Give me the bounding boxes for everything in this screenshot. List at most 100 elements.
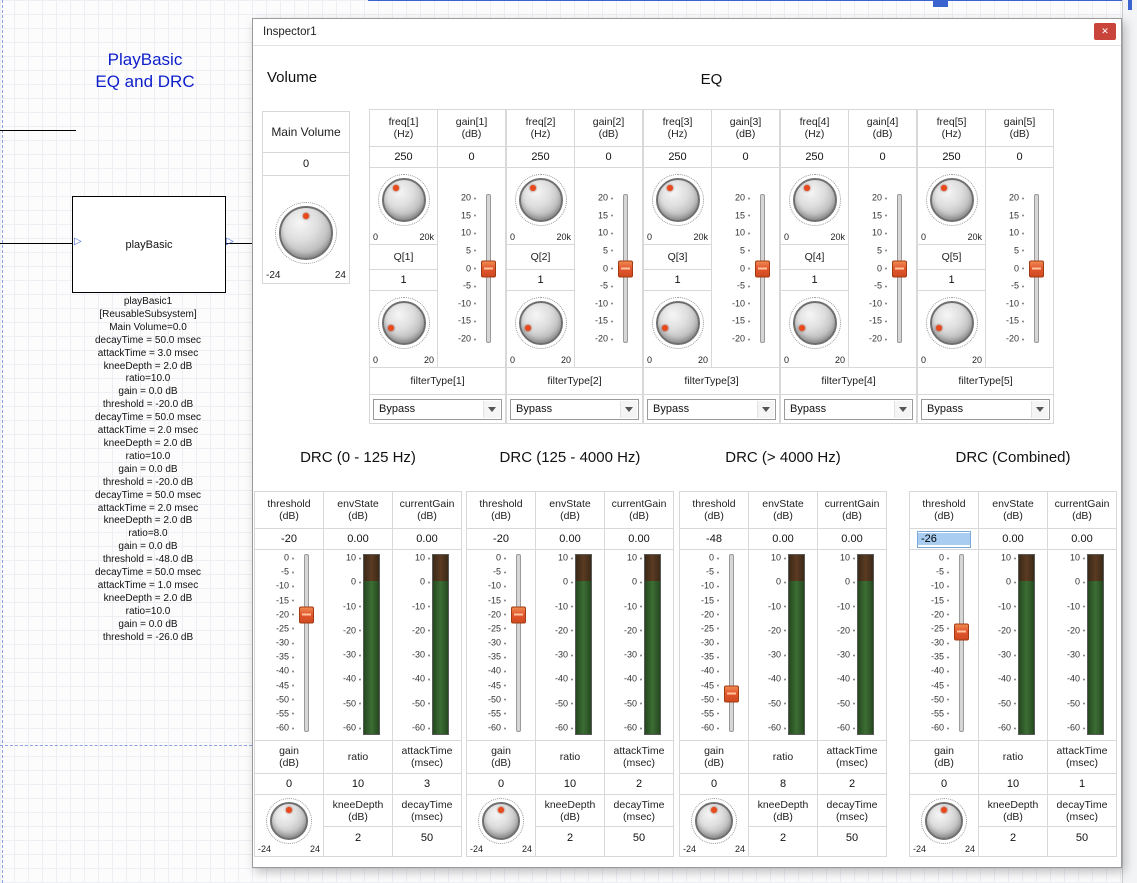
tick-label: 10 (872, 229, 882, 238)
tick-label: -30 (701, 639, 714, 648)
slider-track[interactable] (959, 554, 964, 732)
q-knob[interactable] (789, 297, 841, 349)
currentgain-header: currentGain(dB) (605, 492, 673, 528)
knob-max-label: 20k (693, 232, 708, 242)
slider-handle[interactable] (299, 606, 314, 623)
meter-scale: 100-10-20-30-40-50-60 (605, 558, 637, 728)
slider-handle[interactable] (755, 260, 770, 277)
knob-indicator (530, 185, 536, 191)
main-volume-knob[interactable] (275, 202, 337, 264)
threshold-header: threshold(dB) (910, 492, 978, 528)
q-knob[interactable] (652, 297, 704, 349)
freq-knob[interactable] (652, 174, 704, 226)
slider-track[interactable] (516, 554, 521, 732)
title-bar[interactable]: Inspector1 ✕ (253, 19, 1121, 46)
slider-handle[interactable] (954, 623, 969, 640)
q-knob[interactable] (378, 297, 430, 349)
knob-min-label: -24 (470, 844, 483, 854)
filter-type-dropdown[interactable]: Bypass (510, 399, 639, 420)
threshold-slider[interactable]: 0-5-10-15-20-25-30-35-40-45-50-55-60 (467, 550, 535, 740)
gain-knob[interactable] (266, 798, 312, 844)
knob-min-label: -24 (913, 844, 926, 854)
freq-knob[interactable] (378, 174, 430, 226)
slider-track[interactable] (729, 554, 734, 732)
decaytime-header: decayTime(msec) (1048, 795, 1116, 827)
filter-type-dropdown[interactable]: Bypass (647, 399, 776, 420)
slider-handle[interactable] (724, 686, 739, 703)
gain-knob[interactable] (921, 798, 967, 844)
q-knob[interactable] (515, 297, 567, 349)
envstate-header: envState(dB) (536, 492, 604, 528)
gain-slider[interactable]: 20151050-5-10-15-20 (986, 168, 1053, 367)
ratio-value: 10 (536, 774, 604, 794)
freq-value: 250 (507, 147, 574, 167)
freq-header: freq[2](Hz) (507, 110, 574, 146)
gain-knob-cell: -24 24 (467, 795, 535, 856)
chevron-down-icon (1031, 401, 1048, 418)
gain-value: 0 (712, 147, 779, 167)
tick-label: 0 (563, 578, 568, 587)
slider-handle[interactable] (481, 260, 496, 277)
playbasic-block[interactable]: playBasic (72, 196, 226, 293)
close-button[interactable]: ✕ (1094, 23, 1116, 40)
tick-label: -60 (931, 724, 944, 733)
freq-header: freq[5](Hz) (918, 110, 985, 146)
gain-knob-cell: -24 24 (255, 795, 323, 856)
envstate-header: envState(dB) (749, 492, 817, 528)
tick-label: -40 (768, 675, 781, 684)
threshold-value: -20 (255, 529, 323, 549)
filter-type-header: filterType[4] (781, 368, 916, 394)
knob-face (519, 301, 563, 345)
threshold-slider[interactable]: 0-5-10-15-20-25-30-35-40-45-50-55-60 (910, 550, 978, 740)
filter-type-dropdown[interactable]: Bypass (784, 399, 913, 420)
knob-max-label: 20 (698, 355, 708, 365)
gain-knob[interactable] (478, 798, 524, 844)
tick-label: 5 (603, 246, 608, 255)
slider-handle[interactable] (1029, 260, 1044, 277)
tick-label: -60 (412, 724, 425, 733)
threshold-value-edit-field[interactable]: -26 (910, 529, 978, 549)
gain-slider[interactable]: 20151050-5-10-15-20 (438, 168, 505, 367)
gain-slider[interactable]: 20151050-5-10-15-20 (712, 168, 779, 367)
tick-label: 10 (415, 554, 425, 563)
gain-slider[interactable]: 20151050-5-10-15-20 (849, 168, 916, 367)
gain-value: 0 (438, 147, 505, 167)
knob-face (656, 301, 700, 345)
freq-knob[interactable] (789, 174, 841, 226)
freq-knob[interactable] (926, 174, 978, 226)
gain-slider[interactable]: 20151050-5-10-15-20 (575, 168, 642, 367)
filter-type-dropdown[interactable]: Bypass (921, 399, 1050, 420)
freq-knob[interactable] (515, 174, 567, 226)
tick-label: 20 (872, 194, 882, 203)
main-volume-value: 0 (263, 153, 349, 175)
q-knob-cell: 0 20 (781, 291, 848, 367)
tick-label: -10 (701, 582, 714, 591)
threshold-slider[interactable]: 0-5-10-15-20-25-30-35-40-45-50-55-60 (255, 550, 323, 740)
main-volume-label: Main Volume (263, 112, 349, 152)
slider-handle[interactable] (511, 606, 526, 623)
tick-label: 10 (1001, 554, 1011, 563)
tick-label: 0 (1006, 578, 1011, 587)
q-knob[interactable] (926, 297, 978, 349)
ratio-value: 10 (979, 774, 1047, 794)
eq-channel-2: freq[2](Hz) gain[2](dB) 250 0 0 20k 2015… (506, 109, 643, 424)
tick-label: -60 (343, 724, 356, 733)
tick-label: -45 (276, 681, 289, 690)
threshold-slider[interactable]: 0-5-10-15-20-25-30-35-40-45-50-55-60 (680, 550, 748, 740)
slider-handle[interactable] (618, 260, 633, 277)
gain-knob[interactable] (691, 798, 737, 844)
filter-type-dropdown[interactable]: Bypass (373, 399, 502, 420)
kneedepth-value: 2 (536, 827, 604, 856)
tick-label: -5 (600, 282, 608, 291)
filter-type-header: filterType[2] (507, 368, 642, 394)
knob-indicator (525, 325, 531, 331)
meter-scale: 100-10-20-30-40-50-60 (536, 558, 568, 728)
kneedepth-header: kneeDepth(dB) (536, 795, 604, 827)
tick-label: 0 (740, 264, 745, 273)
q-value: 1 (370, 270, 437, 290)
freq-header: freq[1](Hz) (370, 110, 437, 146)
tick-label: 15 (1009, 211, 1019, 220)
slider-handle[interactable] (892, 260, 907, 277)
tick-label: -25 (701, 624, 714, 633)
slider-track[interactable] (304, 554, 309, 732)
